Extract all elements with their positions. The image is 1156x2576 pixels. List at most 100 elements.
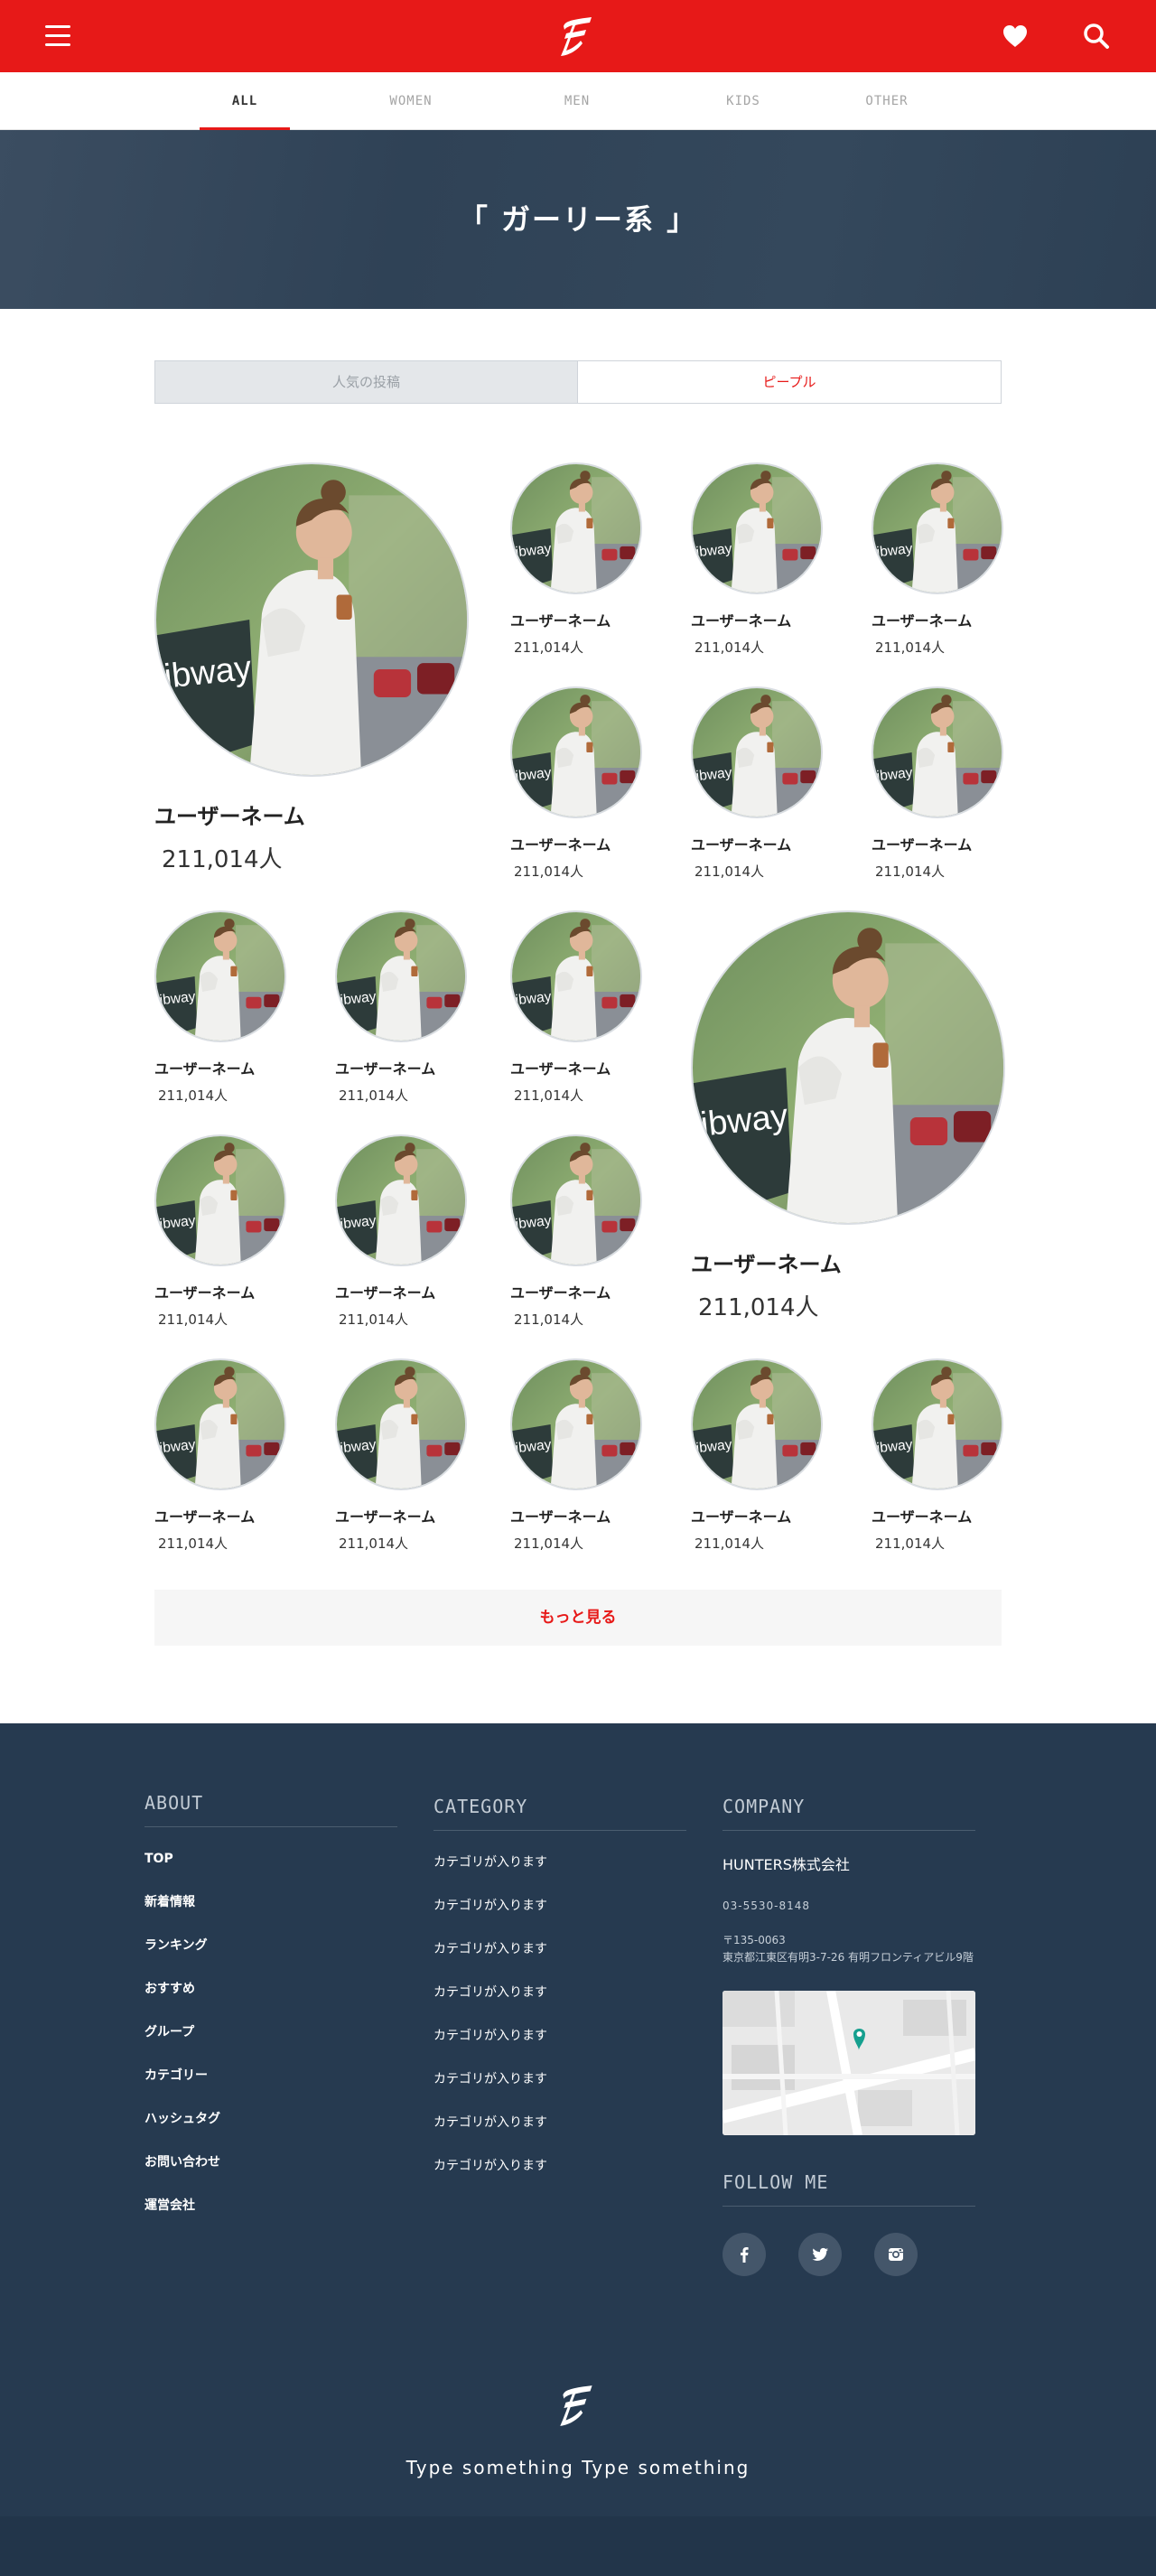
footer-link-contact[interactable]: お問い合わせ — [144, 2151, 397, 2194]
footer-company: COMPANY HUNTERS株式会社 03-5530-8148 〒135-00… — [722, 1796, 975, 1965]
user-avatar[interactable]: ibway — [510, 1134, 642, 1266]
company-tel: 03-5530-8148 — [722, 1899, 811, 1912]
footer-category-item[interactable]: カテゴリが入ります — [434, 2111, 686, 2154]
footer-link-recommend[interactable]: おすすめ — [144, 1977, 397, 2021]
footer-category-item[interactable]: カテゴリが入ります — [434, 2024, 686, 2067]
footer-category-item[interactable]: カテゴリが入ります — [434, 1937, 686, 1981]
user-avatar[interactable]: ibway — [510, 462, 642, 594]
footer-link-top[interactable]: TOP — [144, 1847, 397, 1890]
user-avatar[interactable]: ibway — [154, 1358, 286, 1490]
footer-bottom-bar — [0, 2516, 1156, 2576]
footer-link-category[interactable]: カテゴリー — [144, 2064, 397, 2107]
user-avatar[interactable]: ibway — [691, 1358, 823, 1490]
person-card[interactable]: ibway ユーザーネーム 211,014人 — [872, 462, 1003, 657]
person-card[interactable]: ibway ユーザーネーム 211,014人 — [691, 1358, 823, 1553]
user-avatar[interactable]: ibway — [335, 1358, 467, 1490]
user-name[interactable]: ユーザーネーム — [154, 1281, 286, 1302]
person-card[interactable]: ibway ユーザーネーム 211,014人 — [510, 910, 642, 1105]
footer-link-group[interactable]: グループ — [144, 2021, 397, 2064]
avatar-photo: ibway — [873, 464, 1002, 593]
user-name[interactable]: ユーザーネーム — [510, 1505, 642, 1526]
footer-category-item[interactable]: カテゴリが入ります — [434, 1894, 686, 1937]
person-card[interactable]: ibway ユーザーネーム 211,014人 — [691, 462, 823, 657]
user-name[interactable]: ユーザーネーム — [510, 609, 642, 630]
follower-count: 211,014人 — [514, 1535, 584, 1552]
user-avatar[interactable]: ibway — [510, 910, 642, 1042]
follow-title: FOLLOW ME — [722, 2171, 975, 2207]
twitter-icon[interactable] — [798, 2233, 842, 2276]
facebook-icon[interactable] — [722, 2233, 766, 2276]
person-card[interactable]: ibway ユーザーネーム 211,014人 — [691, 910, 1005, 1322]
user-avatar[interactable]: ibway — [154, 1134, 286, 1266]
footer-link-hashtag[interactable]: ハッシュタグ — [144, 2107, 397, 2151]
user-avatar[interactable]: ibway — [872, 686, 1003, 818]
user-avatar[interactable]: ibway — [872, 462, 1003, 594]
brand-logo[interactable] — [555, 14, 601, 58]
person-card[interactable]: ibway ユーザーネーム 211,014人 — [154, 462, 469, 874]
user-name[interactable]: ユーザーネーム — [154, 1505, 286, 1526]
footer-category-item[interactable]: カテゴリが入ります — [434, 2154, 686, 2198]
footer-link-news[interactable]: 新着情報 — [144, 1890, 397, 1934]
person-card[interactable]: ibway ユーザーネーム 211,014人 — [510, 686, 642, 881]
user-name[interactable]: ユーザーネーム — [510, 1057, 642, 1078]
footer-link-ranking[interactable]: ランキング — [144, 1934, 397, 1977]
person-card[interactable]: ibway ユーザーネーム 211,014人 — [872, 1358, 1003, 1553]
user-name[interactable]: ユーザーネーム — [335, 1505, 467, 1526]
instagram-icon[interactable] — [874, 2233, 918, 2276]
company-map[interactable] — [722, 1991, 975, 2135]
user-name[interactable]: ユーザーネーム — [691, 609, 823, 630]
footer-category-item[interactable]: カテゴリが入ります — [434, 1851, 686, 1894]
person-card[interactable]: ibway ユーザーネーム 211,014人 — [335, 910, 467, 1105]
person-card[interactable]: ibway ユーザーネーム 211,014人 — [154, 1134, 286, 1329]
person-card[interactable]: ibway ユーザーネーム 211,014人 — [154, 910, 286, 1105]
user-name[interactable]: ユーザーネーム — [335, 1057, 467, 1078]
person-card[interactable]: ibway ユーザーネーム 211,014人 — [335, 1358, 467, 1553]
user-name[interactable]: ユーザーネーム — [510, 833, 642, 854]
footer-logo[interactable] — [555, 2377, 601, 2433]
user-avatar[interactable]: ibway — [510, 1358, 642, 1490]
user-avatar[interactable]: ibway — [154, 462, 469, 777]
user-name[interactable]: ユーザーネーム — [335, 1281, 467, 1302]
people-button[interactable]: ピープル — [578, 361, 1001, 403]
footer-category: CATEGORY カテゴリが入ります カテゴリが入ります カテゴリが入ります カ… — [434, 1796, 686, 2198]
footer-category-item[interactable]: カテゴリが入ります — [434, 1981, 686, 2024]
person-card[interactable]: ibway ユーザーネーム 211,014人 — [335, 1134, 467, 1329]
user-name[interactable]: ユーザーネーム — [691, 833, 823, 854]
user-avatar[interactable]: ibway — [335, 1134, 467, 1266]
user-avatar[interactable]: ibway — [510, 686, 642, 818]
user-name[interactable]: ユーザーネーム — [872, 833, 1003, 854]
user-name[interactable]: ユーザーネーム — [872, 609, 1003, 630]
tab-all[interactable]: ALL — [200, 72, 290, 131]
user-avatar[interactable]: ibway — [872, 1358, 1003, 1490]
page-title: 「 ガーリー系 」 — [458, 202, 698, 237]
user-name[interactable]: ユーザーネーム — [510, 1281, 642, 1302]
heart-icon[interactable] — [1001, 22, 1030, 51]
search-icon[interactable] — [1082, 22, 1111, 51]
popular-posts-button[interactable]: 人気の投稿 — [155, 361, 578, 403]
user-avatar[interactable]: ibway — [154, 910, 286, 1042]
tab-men[interactable]: MEN — [532, 72, 622, 130]
more-button[interactable]: もっと見る — [154, 1590, 1002, 1646]
tab-other[interactable]: OTHER — [842, 72, 932, 130]
user-name[interactable]: ユーザーネーム — [872, 1505, 1003, 1526]
user-avatar[interactable]: ibway — [691, 910, 1005, 1225]
avatar-photo: ibway — [873, 688, 1002, 817]
user-avatar[interactable]: ibway — [691, 686, 823, 818]
person-card[interactable]: ibway ユーザーネーム 211,014人 — [872, 686, 1003, 881]
user-avatar[interactable]: ibway — [691, 462, 823, 594]
user-name[interactable]: ユーザーネーム — [691, 1246, 1005, 1278]
footer-category-item[interactable]: カテゴリが入ります — [434, 2067, 686, 2111]
tab-kids[interactable]: KIDS — [698, 72, 788, 130]
hamburger-icon[interactable] — [45, 25, 72, 47]
footer-link-company[interactable]: 運営会社 — [144, 2194, 397, 2237]
tab-women[interactable]: WOMEN — [366, 72, 456, 130]
user-avatar[interactable]: ibway — [335, 910, 467, 1042]
person-card[interactable]: ibway ユーザーネーム 211,014人 — [510, 1358, 642, 1553]
user-name[interactable]: ユーザーネーム — [154, 1057, 286, 1078]
user-name[interactable]: ユーザーネーム — [691, 1505, 823, 1526]
person-card[interactable]: ibway ユーザーネーム 211,014人 — [154, 1358, 286, 1553]
person-card[interactable]: ibway ユーザーネーム 211,014人 — [691, 686, 823, 881]
user-name[interactable]: ユーザーネーム — [154, 798, 469, 830]
person-card[interactable]: ibway ユーザーネーム 211,014人 — [510, 1134, 642, 1329]
person-card[interactable]: ibway ユーザーネーム 211,014人 — [510, 462, 642, 657]
